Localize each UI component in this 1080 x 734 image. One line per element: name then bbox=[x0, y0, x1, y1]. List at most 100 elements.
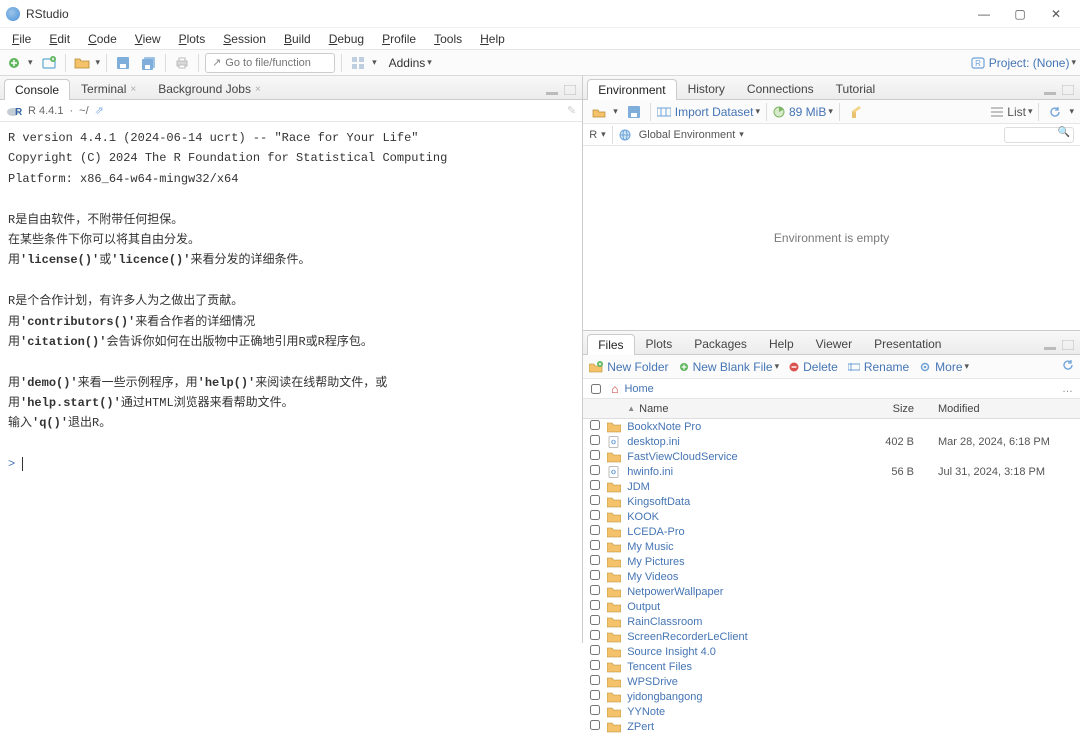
tab-plots[interactable]: Plots bbox=[635, 333, 684, 354]
file-name[interactable]: ZPert bbox=[627, 721, 654, 733]
tab-files[interactable]: Files bbox=[587, 334, 634, 355]
file-name[interactable]: My Pictures bbox=[627, 556, 684, 568]
new-project-button[interactable] bbox=[39, 53, 59, 73]
file-name[interactable]: RainClassroom bbox=[627, 616, 702, 628]
file-row-checkbox[interactable] bbox=[590, 435, 600, 445]
scope-environment[interactable]: Global Environment bbox=[639, 129, 736, 141]
file-row-checkbox[interactable] bbox=[590, 570, 600, 580]
env-search-input[interactable] bbox=[1004, 127, 1074, 143]
menu-tools[interactable]: Tools bbox=[426, 30, 470, 48]
home-icon[interactable]: ⌂ bbox=[611, 382, 618, 396]
tab-environment[interactable]: Environment bbox=[587, 79, 676, 100]
minimize-pane-icon[interactable] bbox=[1042, 338, 1058, 352]
column-size-header[interactable]: Size bbox=[850, 403, 930, 415]
new-blank-file-button[interactable]: New Blank File ▾ bbox=[679, 360, 780, 374]
clear-workspace-button[interactable] bbox=[846, 102, 866, 122]
file-row-checkbox[interactable] bbox=[590, 585, 600, 595]
tab-close-icon[interactable]: × bbox=[130, 84, 136, 95]
file-row[interactable]: yidongbangong bbox=[583, 689, 1080, 704]
file-row-checkbox[interactable] bbox=[590, 615, 600, 625]
tab-history[interactable]: History bbox=[677, 78, 736, 99]
caret-icon[interactable]: ▾ bbox=[372, 57, 377, 68]
minimize-pane-icon[interactable] bbox=[544, 83, 560, 97]
console-output[interactable]: R version 4.4.1 (2024-06-14 ucrt) -- "Ra… bbox=[0, 122, 582, 643]
delete-button[interactable]: Delete bbox=[789, 360, 838, 374]
file-row-checkbox[interactable] bbox=[590, 465, 600, 475]
file-row-checkbox[interactable] bbox=[590, 555, 600, 565]
file-row-checkbox[interactable] bbox=[590, 720, 600, 730]
file-row[interactable]: KOOK bbox=[583, 509, 1080, 524]
file-row[interactable]: FastViewCloudService bbox=[583, 449, 1080, 464]
file-name[interactable]: Output bbox=[627, 601, 660, 613]
more-button[interactable]: More ▾ bbox=[919, 360, 969, 374]
file-name[interactable]: YYNote bbox=[627, 706, 665, 718]
refresh-env-button[interactable] bbox=[1045, 102, 1065, 122]
rename-button[interactable]: Rename bbox=[848, 360, 909, 374]
goto-input[interactable] bbox=[225, 57, 328, 69]
file-name[interactable]: hwinfo.ini bbox=[627, 466, 673, 478]
save-button[interactable] bbox=[113, 53, 133, 73]
file-row[interactable]: desktop.ini402 BMar 28, 2024, 6:18 PM bbox=[583, 434, 1080, 449]
file-name[interactable]: My Music bbox=[627, 541, 673, 553]
maximize-pane-icon[interactable] bbox=[1060, 83, 1076, 97]
file-row-checkbox[interactable] bbox=[590, 495, 600, 505]
file-row[interactable]: My Pictures bbox=[583, 554, 1080, 569]
breadcrumb-home[interactable]: Home bbox=[624, 383, 653, 395]
file-row-checkbox[interactable] bbox=[590, 705, 600, 715]
refresh-files-button[interactable] bbox=[1062, 359, 1074, 374]
menu-plots[interactable]: Plots bbox=[171, 30, 214, 48]
file-row-checkbox[interactable] bbox=[590, 675, 600, 685]
breadcrumb-more-button[interactable]: … bbox=[1062, 383, 1074, 395]
tab-close-icon[interactable]: × bbox=[255, 84, 261, 95]
close-button[interactable]: ✕ bbox=[1038, 0, 1074, 28]
file-name[interactable]: LCEDA-Pro bbox=[627, 526, 684, 538]
menu-edit[interactable]: Edit bbox=[41, 30, 78, 48]
file-row[interactable]: WPSDrive bbox=[583, 674, 1080, 689]
new-folder-button[interactable]: New Folder bbox=[589, 360, 668, 374]
file-row[interactable]: NetpowerWallpaper bbox=[583, 584, 1080, 599]
file-row[interactable]: YYNote bbox=[583, 704, 1080, 719]
file-name[interactable]: desktop.ini bbox=[627, 436, 680, 448]
column-modified-header[interactable]: Modified bbox=[930, 403, 1080, 415]
maximize-pane-icon[interactable] bbox=[562, 83, 578, 97]
project-selector[interactable]: R Project: (None) ▾ bbox=[971, 56, 1076, 70]
menu-build[interactable]: Build bbox=[276, 30, 319, 48]
file-name[interactable]: WPSDrive bbox=[627, 676, 678, 688]
caret-icon[interactable]: ▾ bbox=[613, 106, 618, 117]
maximize-pane-icon[interactable] bbox=[1060, 338, 1076, 352]
tab-viewer[interactable]: Viewer bbox=[805, 333, 863, 354]
load-workspace-button[interactable] bbox=[589, 102, 609, 122]
memory-usage-button[interactable]: 89 MiB ▾ bbox=[773, 105, 833, 119]
new-file-button[interactable] bbox=[4, 53, 24, 73]
menu-code[interactable]: Code bbox=[80, 30, 125, 48]
file-name[interactable]: Tencent Files bbox=[627, 661, 692, 673]
select-all-checkbox[interactable] bbox=[591, 384, 601, 394]
minimize-pane-icon[interactable] bbox=[1042, 83, 1058, 97]
tab-packages[interactable]: Packages bbox=[683, 333, 758, 354]
file-list[interactable]: BookxNote Prodesktop.ini402 BMar 28, 202… bbox=[583, 419, 1080, 734]
caret-icon[interactable]: ▾ bbox=[96, 57, 101, 68]
tab-presentation[interactable]: Presentation bbox=[863, 333, 952, 354]
addins-menu[interactable]: Addins ▾ bbox=[383, 56, 438, 70]
save-all-button[interactable] bbox=[139, 53, 159, 73]
file-row[interactable]: Output bbox=[583, 599, 1080, 614]
minimize-button[interactable]: — bbox=[966, 0, 1002, 28]
menu-profile[interactable]: Profile bbox=[374, 30, 424, 48]
file-row-checkbox[interactable] bbox=[590, 510, 600, 520]
file-row[interactable]: Source Insight 4.0 bbox=[583, 644, 1080, 659]
scope-language[interactable]: R bbox=[589, 129, 597, 141]
file-row[interactable]: My Videos bbox=[583, 569, 1080, 584]
file-row-checkbox[interactable] bbox=[590, 660, 600, 670]
caret-icon[interactable]: ▾ bbox=[1069, 106, 1074, 117]
file-name[interactable]: FastViewCloudService bbox=[627, 451, 737, 463]
menu-help[interactable]: Help bbox=[472, 30, 513, 48]
file-row-checkbox[interactable] bbox=[590, 540, 600, 550]
clear-console-button[interactable]: ✎ bbox=[567, 104, 576, 117]
file-row-checkbox[interactable] bbox=[590, 480, 600, 490]
working-dir-arrow-icon[interactable]: ⇗ bbox=[95, 104, 104, 117]
print-button[interactable] bbox=[172, 53, 192, 73]
file-row[interactable]: My Music bbox=[583, 539, 1080, 554]
file-name[interactable]: NetpowerWallpaper bbox=[627, 586, 723, 598]
tab-terminal[interactable]: Terminal× bbox=[70, 78, 147, 99]
file-name[interactable]: ScreenRecorderLeClient bbox=[627, 631, 747, 643]
